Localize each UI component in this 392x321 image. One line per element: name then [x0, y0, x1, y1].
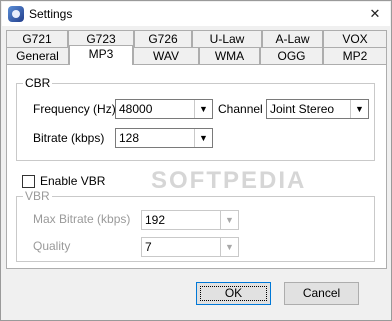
- ok-button[interactable]: OK: [196, 282, 271, 305]
- max-bitrate-label: Max Bitrate (kbps): [33, 212, 131, 226]
- tab-vox[interactable]: VOX: [323, 30, 387, 47]
- tab-a-law[interactable]: A-Law: [262, 30, 323, 47]
- bitrate-value: 128: [119, 131, 140, 145]
- chevron-down-icon[interactable]: ▼: [194, 129, 212, 147]
- chevron-down-icon[interactable]: ▼: [194, 100, 212, 118]
- tab-wma[interactable]: WMA: [199, 47, 260, 64]
- ok-button-label: OK: [224, 286, 243, 300]
- quality-select[interactable]: 7 ▼: [141, 237, 239, 257]
- enable-vbr-checkbox[interactable]: [22, 175, 35, 188]
- enable-vbr-label[interactable]: Enable VBR: [40, 174, 105, 188]
- tab-mp2[interactable]: MP2: [323, 47, 387, 64]
- vbr-group-title: VBR: [23, 189, 52, 203]
- window-title: Settings: [29, 7, 73, 21]
- max-bitrate-value: 192: [145, 213, 166, 227]
- tab-mp3[interactable]: MP3: [69, 45, 133, 65]
- title-bar[interactable]: Settings ✕: [2, 2, 390, 26]
- tab-g726[interactable]: G726: [134, 30, 192, 47]
- cancel-button-label: Cancel: [302, 286, 341, 300]
- channel-label: Channel: [218, 102, 263, 116]
- quality-label: Quality: [33, 239, 71, 253]
- app-icon: [8, 6, 24, 22]
- max-bitrate-select[interactable]: 192 ▼: [141, 210, 239, 230]
- cbr-group: CBR Frequency (Hz) 48000 ▼ Channel Joint…: [16, 76, 375, 161]
- tab-u-law[interactable]: U-Law: [192, 30, 262, 47]
- tab-g721[interactable]: G721: [6, 30, 68, 47]
- channel-value: Joint Stereo: [270, 102, 335, 116]
- cbr-group-title: CBR: [23, 76, 53, 90]
- quality-value: 7: [145, 240, 152, 254]
- vbr-group: VBR Max Bitrate (kbps) 192 ▼ Quality 7 ▼: [16, 189, 375, 262]
- settings-dialog: Settings ✕ G721 G723 G726 U-Law A-Law VO…: [0, 0, 392, 321]
- tab-wav[interactable]: WAV: [133, 47, 199, 64]
- frequency-select[interactable]: 48000 ▼: [115, 99, 213, 119]
- tab-general[interactable]: General: [6, 47, 69, 64]
- tab-ogg[interactable]: OGG: [260, 47, 323, 64]
- chevron-down-icon[interactable]: ▼: [220, 238, 238, 256]
- frequency-value: 48000: [119, 102, 153, 116]
- bitrate-select[interactable]: 128 ▼: [115, 128, 213, 148]
- chevron-down-icon[interactable]: ▼: [220, 211, 238, 229]
- close-icon[interactable]: ✕: [364, 4, 386, 24]
- cancel-button[interactable]: Cancel: [284, 282, 359, 305]
- frequency-label: Frequency (Hz): [33, 102, 116, 116]
- bitrate-label: Bitrate (kbps): [33, 131, 105, 145]
- chevron-down-icon[interactable]: ▼: [350, 100, 368, 118]
- softpedia-watermark: SOFTPEDIA: [151, 167, 307, 194]
- channel-select[interactable]: Joint Stereo ▼: [266, 99, 369, 119]
